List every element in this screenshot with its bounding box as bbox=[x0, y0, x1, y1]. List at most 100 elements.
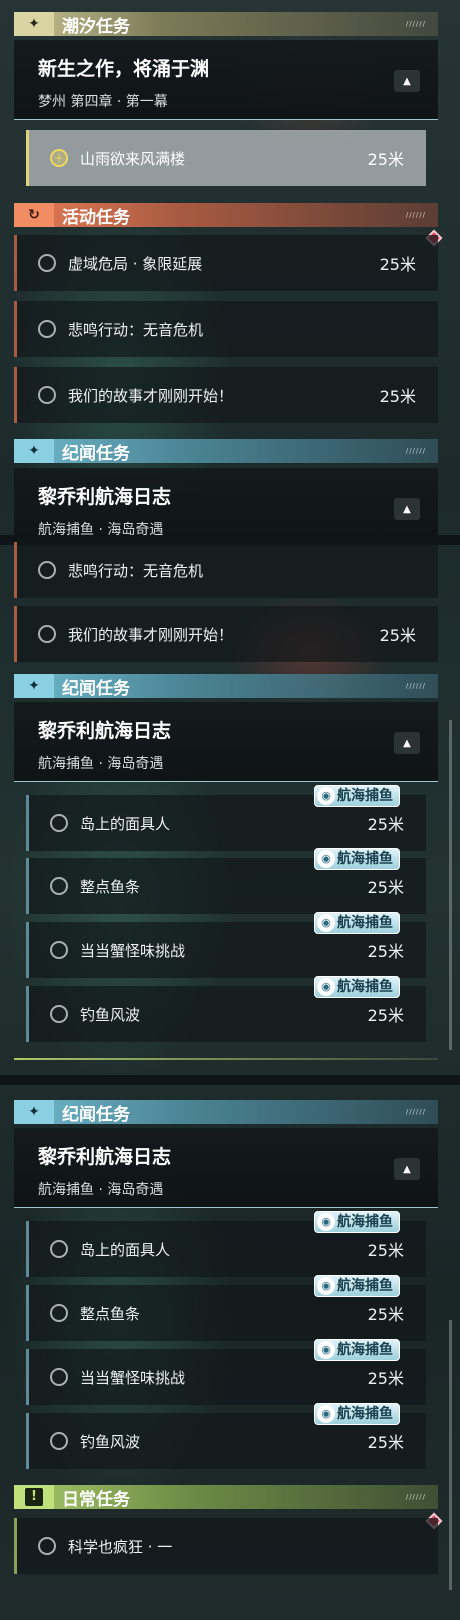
task-tag-badge: ◉ 航海捕鱼 bbox=[314, 848, 400, 870]
category-header-daily[interactable]: ! 日常任务 ////// bbox=[14, 1485, 438, 1510]
task-row[interactable]: 悲鸣行动：无音危机 bbox=[14, 301, 438, 357]
chapter-title: 黎乔利航海日志 bbox=[38, 720, 172, 742]
quest-panel-1: ✦ 潮汐任务 ////// 新生之作，将涌于渊 梦州 第四章 · 第一幕 ▲ +… bbox=[0, 0, 460, 540]
task-distance: 25米 bbox=[367, 1006, 404, 1025]
task-accent-bar bbox=[26, 795, 29, 851]
circle-icon bbox=[50, 1368, 68, 1386]
quest-panel-2: 悲鸣行动：无音危机 我们的故事才刚刚开始！ 25米 ✦ 纪闻任务 ////// … bbox=[0, 540, 460, 1080]
task-row[interactable]: 当当蟹怪味挑战 25米 ◉ 航海捕鱼 bbox=[26, 1339, 426, 1405]
collapse-button[interactable]: ▲ bbox=[394, 70, 420, 92]
chapter-card-lore[interactable]: 黎乔利航海日志 航海捕鱼 · 海岛奇遇 ▲ bbox=[14, 1128, 438, 1208]
category-label: 活动任务 bbox=[62, 207, 130, 228]
circle-icon bbox=[38, 625, 56, 643]
collapse-button[interactable]: ▲ bbox=[394, 498, 420, 520]
task-row[interactable]: 整点鱼条 25米 ◉ 航海捕鱼 bbox=[26, 848, 426, 914]
task-tag-badge: ◉ 航海捕鱼 bbox=[314, 1275, 400, 1297]
fish-icon: ◉ bbox=[317, 787, 335, 805]
task-row[interactable]: 我们的故事才刚刚开始！ 25米 bbox=[14, 606, 438, 662]
chevron-up-icon: ▲ bbox=[403, 75, 411, 87]
task-row[interactable]: 钓鱼风波 25米 ◉ 航海捕鱼 bbox=[26, 1403, 426, 1469]
task-name: 悲鸣行动：无音危机 bbox=[68, 561, 204, 580]
circle-icon bbox=[50, 814, 68, 832]
category-label: 纪闻任务 bbox=[62, 1104, 130, 1125]
task-distance: 25米 bbox=[367, 815, 404, 834]
chapter-card-tide[interactable]: 新生之作，将涌于渊 梦州 第四章 · 第一幕 ▲ bbox=[14, 40, 438, 120]
task-name: 我们的故事才刚刚开始！ bbox=[68, 625, 234, 644]
task-distance: 25米 bbox=[367, 1433, 404, 1452]
circle-icon bbox=[38, 254, 56, 272]
category-label: 纪闻任务 bbox=[62, 443, 130, 464]
category-header-activity[interactable]: ↻ 活动任务 ////// bbox=[14, 203, 438, 228]
scrollbar[interactable] bbox=[449, 720, 452, 1050]
category-label: 日常任务 bbox=[62, 1489, 130, 1510]
task-tag-badge: ◉ 航海捕鱼 bbox=[314, 1211, 400, 1233]
chapter-subtitle: 航海捕鱼 · 海岛奇遇 bbox=[38, 1182, 164, 1198]
category-header-tide[interactable]: ✦ 潮汐任务 ////// bbox=[14, 12, 438, 37]
badge-label: 航海捕鱼 bbox=[337, 1406, 393, 1422]
sparkle-icon: ✦ bbox=[14, 674, 54, 698]
task-row[interactable]: 科学也疯狂 · 一 bbox=[14, 1518, 438, 1574]
task-name: 整点鱼条 bbox=[80, 877, 141, 896]
task-distance: 25米 bbox=[379, 255, 416, 274]
task-tag-badge: ◉ 航海捕鱼 bbox=[314, 1339, 400, 1361]
task-row[interactable]: 岛上的面具人 25米 ◉ 航海捕鱼 bbox=[26, 785, 426, 851]
category-header-lore[interactable]: ✦ 纪闻任务 ////// bbox=[14, 674, 438, 699]
decorative-stripe: ////// bbox=[405, 211, 426, 219]
task-distance: 25米 bbox=[367, 1305, 404, 1324]
task-accent-bar bbox=[26, 1285, 29, 1341]
scrollbar[interactable] bbox=[449, 1320, 452, 1590]
task-accent-bar bbox=[26, 922, 29, 978]
chapter-card-lore[interactable]: 黎乔利航海日志 航海捕鱼 · 海岛奇遇 ▲ bbox=[14, 468, 438, 540]
task-accent-bar bbox=[14, 301, 17, 357]
plus-circle-icon: + bbox=[50, 149, 68, 167]
task-accent-bar bbox=[26, 1413, 29, 1469]
task-accent-bar bbox=[14, 367, 17, 423]
chapter-title: 黎乔利航海日志 bbox=[38, 1146, 172, 1168]
fish-icon: ◉ bbox=[317, 1405, 335, 1423]
chapter-card-lore[interactable]: 黎乔利航海日志 航海捕鱼 · 海岛奇遇 ▲ bbox=[14, 702, 438, 782]
next-category-edge bbox=[14, 1058, 438, 1060]
task-row-tracked[interactable]: + 山雨欲来风满楼 25米 bbox=[26, 130, 426, 186]
task-row[interactable]: 我们的故事才刚刚开始！ 25米 bbox=[14, 367, 438, 423]
task-accent-bar bbox=[26, 130, 29, 186]
circle-icon bbox=[50, 1432, 68, 1450]
task-row[interactable]: 整点鱼条 25米 ◉ 航海捕鱼 bbox=[26, 1275, 426, 1341]
task-name: 钓鱼风波 bbox=[80, 1432, 141, 1451]
circle-icon bbox=[50, 1240, 68, 1258]
circle-icon bbox=[38, 386, 56, 404]
circle-icon bbox=[50, 1304, 68, 1322]
chevron-up-icon: ▲ bbox=[403, 737, 411, 749]
chapter-title: 新生之作，将涌于渊 bbox=[38, 58, 210, 80]
task-row[interactable]: 岛上的面具人 25米 ◉ 航海捕鱼 bbox=[26, 1211, 426, 1277]
task-name: 悲鸣行动：无音危机 bbox=[68, 320, 204, 339]
fish-icon: ◉ bbox=[317, 1277, 335, 1295]
task-tag-badge: ◉ 航海捕鱼 bbox=[314, 912, 400, 934]
collapse-button[interactable]: ▲ bbox=[394, 1158, 420, 1180]
circle-icon bbox=[38, 320, 56, 338]
fish-icon: ◉ bbox=[317, 978, 335, 996]
task-row[interactable]: 钓鱼风波 25米 ◉ 航海捕鱼 bbox=[26, 976, 426, 1042]
task-name: 岛上的面具人 bbox=[80, 1240, 171, 1259]
category-header-lore[interactable]: ✦ 纪闻任务 ////// bbox=[14, 1100, 438, 1125]
fish-icon: ◉ bbox=[317, 914, 335, 932]
task-tag-badge: ◉ 航海捕鱼 bbox=[314, 976, 400, 998]
quest-panel-3: ✦ 纪闻任务 ////// 黎乔利航海日志 航海捕鱼 · 海岛奇遇 ▲ 岛上的面… bbox=[0, 1080, 460, 1620]
badge-label: 航海捕鱼 bbox=[337, 788, 393, 804]
category-header-lore[interactable]: ✦ 纪闻任务 ////// bbox=[14, 439, 438, 464]
task-distance: 25米 bbox=[367, 878, 404, 897]
task-distance: 25米 bbox=[367, 1241, 404, 1260]
task-row[interactable]: 虚域危局 · 象限延展 25米 bbox=[14, 235, 438, 291]
circle-icon bbox=[50, 1005, 68, 1023]
circle-icon bbox=[50, 877, 68, 895]
task-name: 当当蟹怪味挑战 bbox=[80, 1368, 186, 1387]
badge-label: 航海捕鱼 bbox=[337, 915, 393, 931]
task-row[interactable]: 悲鸣行动：无音危机 bbox=[14, 542, 438, 598]
decorative-stripe: ////// bbox=[405, 447, 426, 455]
task-name: 当当蟹怪味挑战 bbox=[80, 941, 186, 960]
refresh-icon: ↻ bbox=[14, 203, 54, 227]
task-tag-badge: ◉ 航海捕鱼 bbox=[314, 785, 400, 807]
badge-label: 航海捕鱼 bbox=[337, 851, 393, 867]
task-row[interactable]: 当当蟹怪味挑战 25米 ◉ 航海捕鱼 bbox=[26, 912, 426, 978]
collapse-button[interactable]: ▲ bbox=[394, 732, 420, 754]
task-accent-bar bbox=[14, 1518, 17, 1574]
